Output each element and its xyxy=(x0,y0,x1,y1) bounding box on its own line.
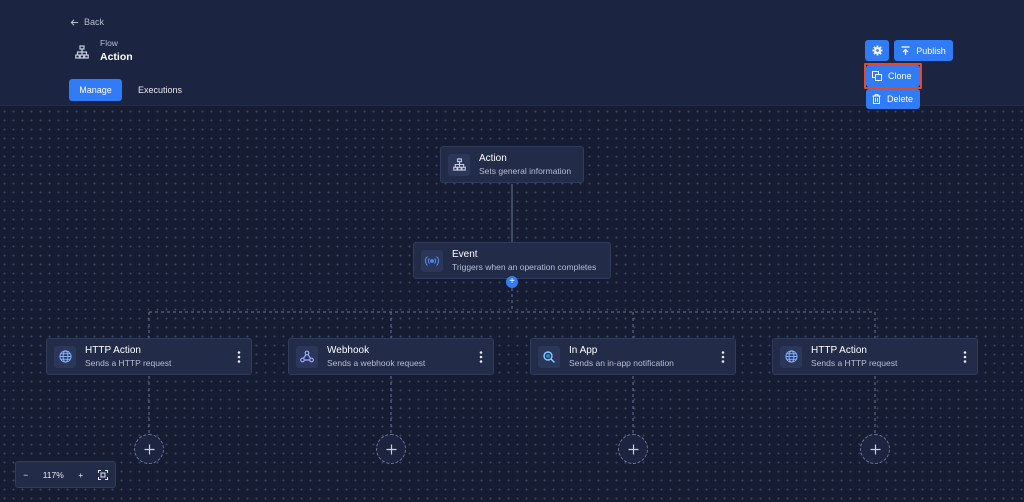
flow-label: Flow xyxy=(100,38,118,48)
zoom-level: 117% xyxy=(42,469,64,480)
node-subtitle: Sends a webhook request xyxy=(327,358,426,368)
node-title: HTTP Action xyxy=(85,345,141,356)
node-title: Webhook xyxy=(327,345,370,356)
search-notification-icon xyxy=(538,345,560,368)
sitemap-icon xyxy=(70,40,94,64)
page-title: Action xyxy=(100,51,133,63)
clone-label: Clone xyxy=(888,71,912,81)
clone-menu-item[interactable]: Clone xyxy=(866,65,920,87)
node-title: Event xyxy=(452,249,478,260)
flow-node-event[interactable]: Event Triggers when an operation complet… xyxy=(413,242,611,279)
kebab-menu-icon[interactable] xyxy=(479,350,483,364)
publish-label: Publish xyxy=(916,45,946,56)
settings-button[interactable] xyxy=(865,40,889,61)
flow-node-http-action-2[interactable]: HTTP Action Sends a HTTP request xyxy=(772,338,978,375)
flow-node-in-app[interactable]: In App Sends an in-app notification xyxy=(530,338,736,375)
delete-label: Delete xyxy=(887,94,914,104)
trash-icon xyxy=(872,94,881,104)
plus-icon xyxy=(144,444,154,454)
sitemap-icon xyxy=(448,153,470,176)
plus-icon xyxy=(628,444,638,454)
globe-icon xyxy=(54,345,76,368)
kebab-menu-icon[interactable] xyxy=(963,350,967,364)
node-subtitle: Sends a HTTP request xyxy=(85,358,172,368)
webhook-icon xyxy=(296,345,318,368)
copy-icon xyxy=(872,71,882,81)
globe-icon xyxy=(780,345,802,368)
gear-icon xyxy=(871,45,883,56)
add-step-button[interactable] xyxy=(134,434,164,464)
delete-menu-item[interactable]: Delete xyxy=(866,89,920,109)
plus-icon xyxy=(870,444,880,454)
kebab-menu-icon[interactable] xyxy=(721,350,725,364)
fit-screen-icon xyxy=(97,469,108,480)
tab-executions[interactable]: Executions xyxy=(130,79,190,101)
flow-node-webhook[interactable]: Webhook Sends a webhook request xyxy=(288,338,494,375)
flow-node-action[interactable]: Action Sets general information xyxy=(440,146,584,183)
plus-icon xyxy=(386,444,396,454)
tab-manage[interactable]: Manage xyxy=(69,79,122,101)
add-branch-button[interactable]: + xyxy=(506,276,518,288)
zoom-out-button[interactable]: − xyxy=(23,470,28,480)
add-step-button[interactable] xyxy=(860,434,890,464)
node-title: HTTP Action xyxy=(811,345,867,356)
node-title: Action xyxy=(479,153,507,164)
broadcast-icon xyxy=(421,249,443,272)
back-label: Back xyxy=(84,17,105,27)
flow-node-http-action[interactable]: HTTP Action Sends a HTTP request xyxy=(46,338,252,375)
node-subtitle: Sends a HTTP request xyxy=(811,358,898,368)
node-subtitle: Sets general information xyxy=(479,166,572,176)
node-subtitle: Sends an in-app notification xyxy=(569,358,674,368)
zoom-controls: − 117% + xyxy=(15,461,116,488)
node-subtitle: Triggers when an operation completes xyxy=(452,262,597,272)
node-title: In App xyxy=(569,345,598,356)
back-link[interactable]: Back xyxy=(70,17,104,27)
arrow-left-icon xyxy=(70,18,79,26)
kebab-menu-icon[interactable] xyxy=(237,350,241,364)
upload-icon xyxy=(901,45,910,55)
add-step-button[interactable] xyxy=(618,434,648,464)
publish-button[interactable]: Publish xyxy=(894,40,953,61)
fit-view-button[interactable] xyxy=(97,469,108,480)
zoom-in-button[interactable]: + xyxy=(78,470,83,480)
add-step-button[interactable] xyxy=(376,434,406,464)
